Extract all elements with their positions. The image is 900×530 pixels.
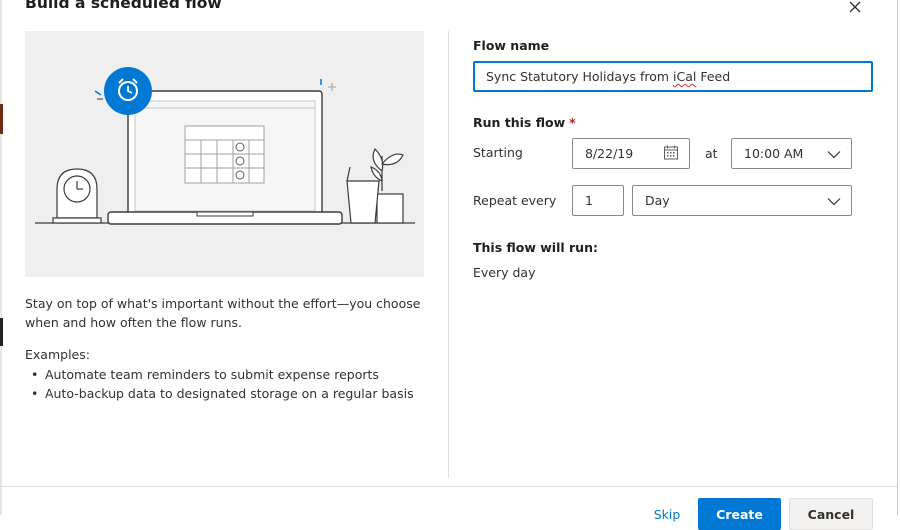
flow-name-text-start: Sync Statutory Holidays from (486, 69, 674, 84)
start-date-picker[interactable]: 8/22/19 (572, 138, 690, 169)
calendar-grid-icon (184, 125, 265, 184)
plant-icon (346, 147, 404, 224)
flow-name-input[interactable]: Sync Statutory Holidays from iCal Feed (473, 61, 873, 92)
background-edge-mark-dark (0, 318, 3, 346)
chevron-down-icon (827, 193, 841, 208)
scheduled-flow-dialog: Build a scheduled flow Stay on top of wh… (0, 0, 898, 530)
create-button[interactable]: Create (698, 498, 781, 530)
background-edge-mark (0, 104, 3, 134)
flow-description: Stay on top of what's important without … (25, 296, 421, 330)
alarm-clock-icon (94, 67, 152, 115)
at-label: at (705, 146, 718, 161)
flow-summary-label: This flow will run: (473, 240, 598, 255)
repeat-unit-dropdown[interactable]: Day (632, 185, 852, 216)
chevron-down-icon (827, 146, 841, 161)
repeat-unit-value: Day (645, 193, 670, 208)
footer-divider (0, 486, 897, 487)
list-item: Automate team reminders to submit expens… (25, 366, 414, 385)
dialog-left-edge (0, 0, 2, 515)
flow-name-label: Flow name (473, 38, 550, 53)
skip-button[interactable]: Skip (645, 498, 689, 530)
flow-summary-value: Every day (473, 265, 536, 280)
list-item: Auto-backup data to designated storage o… (25, 385, 414, 404)
desk-clock-icon (52, 168, 102, 224)
examples-label: Examples: (25, 347, 90, 362)
cancel-button[interactable]: Cancel (789, 498, 873, 530)
run-this-flow-label: Run this flow * (473, 115, 576, 130)
flow-name-text-end: Feed (696, 69, 731, 84)
repeat-interval-input[interactable]: 1 (572, 185, 624, 216)
dialog-title: Build a scheduled flow (25, 0, 222, 12)
repeat-interval-value: 1 (585, 193, 593, 208)
required-marker: * (569, 115, 576, 130)
start-time-dropdown[interactable]: 10:00 AM (731, 138, 852, 169)
start-date-value: 8/22/19 (585, 146, 634, 161)
repeat-every-label: Repeat every (473, 193, 557, 208)
scheduled-flow-illustration (25, 31, 424, 277)
column-divider (448, 31, 449, 478)
flow-name-text-misspelled: iCal (673, 69, 697, 84)
examples-list: Automate team reminders to submit expens… (25, 366, 414, 403)
start-time-value: 10:00 AM (744, 146, 804, 161)
starting-label: Starting (473, 145, 523, 160)
close-icon[interactable] (845, 0, 865, 17)
calendar-icon[interactable] (663, 144, 679, 163)
run-this-flow-text: Run this flow (473, 115, 566, 130)
